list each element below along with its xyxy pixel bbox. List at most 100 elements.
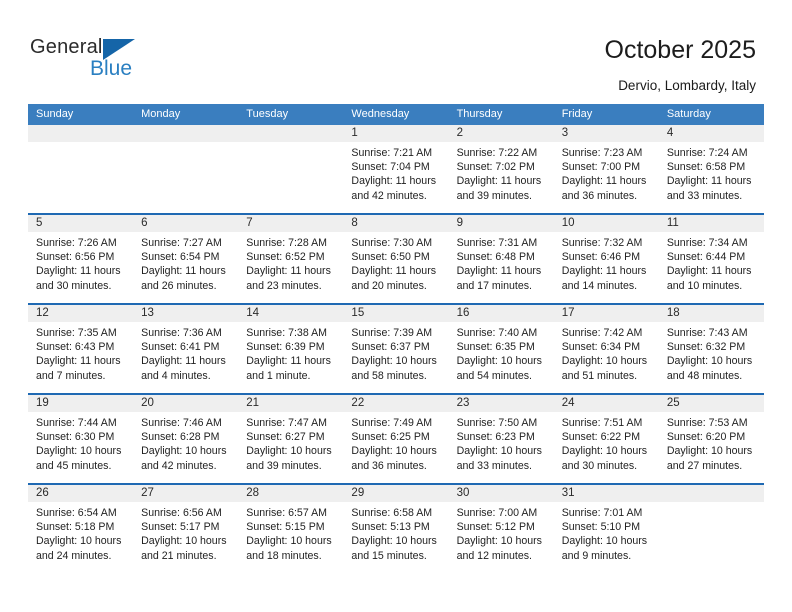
day-number-strip: 10 (553, 215, 659, 232)
day-number-strip: 30 (448, 485, 554, 502)
day-cell[interactable]: 5 Sunrise: 7:26 AM Sunset: 6:56 PM Dayli… (28, 215, 134, 303)
sunrise-line: Sunrise: 6:56 AM (141, 507, 222, 519)
day-details: Sunrise: 7:50 AM Sunset: 6:23 PM Dayligh… (449, 412, 554, 473)
daylight-line-1: Daylight: 10 hours (141, 445, 227, 458)
daylight-line-2: and 33 minutes. (666, 189, 743, 202)
day-cell[interactable]: 9 Sunrise: 7:31 AM Sunset: 6:48 PM Dayli… (448, 215, 554, 303)
sunset-line: Sunset: 6:22 PM (561, 431, 641, 444)
day-details: Sunrise: 7:34 AM Sunset: 6:44 PM Dayligh… (659, 232, 764, 293)
daylight-line-1: Daylight: 11 hours (36, 355, 121, 368)
day-number-strip (28, 125, 134, 142)
day-cell[interactable]: 26 Sunrise: 6:54 AM Sunset: 5:18 PM Dayl… (28, 485, 134, 573)
day-details: Sunrise: 7:51 AM Sunset: 6:22 PM Dayligh… (554, 412, 659, 473)
sunrise-line: Sunrise: 7:38 AM (246, 327, 327, 339)
day-details: Sunrise: 7:26 AM Sunset: 6:56 PM Dayligh… (28, 232, 133, 293)
day-details: Sunrise: 7:30 AM Sunset: 6:50 PM Dayligh… (343, 232, 448, 293)
day-cell[interactable]: 28 Sunrise: 6:57 AM Sunset: 5:15 PM Dayl… (238, 485, 344, 573)
daylight-line-1: Daylight: 11 hours (141, 355, 226, 368)
daylight-line-1: Daylight: 10 hours (36, 445, 122, 458)
day-cell-empty (658, 485, 764, 573)
day-cell[interactable]: 24 Sunrise: 7:51 AM Sunset: 6:22 PM Dayl… (553, 395, 659, 483)
day-cell[interactable]: 7 Sunrise: 7:28 AM Sunset: 6:52 PM Dayli… (238, 215, 344, 303)
day-number: 27 (141, 487, 154, 499)
day-cell[interactable]: 25 Sunrise: 7:53 AM Sunset: 6:20 PM Dayl… (658, 395, 764, 483)
day-cell[interactable]: 6 Sunrise: 7:27 AM Sunset: 6:54 PM Dayli… (133, 215, 239, 303)
day-details: Sunrise: 7:46 AM Sunset: 6:28 PM Dayligh… (133, 412, 238, 473)
day-cell[interactable]: 12 Sunrise: 7:35 AM Sunset: 6:43 PM Dayl… (28, 305, 134, 393)
sunrise-line: Sunrise: 7:47 AM (246, 417, 327, 429)
daylight-line-1: Daylight: 10 hours (456, 355, 542, 368)
weekday-header-row: Sunday Monday Tuesday Wednesday Thursday… (28, 104, 764, 125)
day-cell[interactable]: 8 Sunrise: 7:30 AM Sunset: 6:50 PM Dayli… (343, 215, 449, 303)
day-number-strip: 12 (28, 305, 134, 322)
daylight-line-2: and 51 minutes. (561, 369, 638, 382)
day-number: 6 (141, 217, 148, 229)
day-number: 15 (351, 307, 365, 319)
day-cell[interactable]: 20 Sunrise: 7:46 AM Sunset: 6:28 PM Dayl… (133, 395, 239, 483)
day-number: 23 (456, 397, 470, 409)
daylight-line-2: and 21 minutes. (141, 549, 217, 562)
day-cell[interactable]: 14 Sunrise: 7:38 AM Sunset: 6:39 PM Dayl… (238, 305, 344, 393)
daylight-line-2: and 26 minutes. (141, 279, 217, 292)
day-cell[interactable]: 3 Sunrise: 7:23 AM Sunset: 7:00 PM Dayli… (553, 125, 659, 213)
day-cell[interactable]: 4 Sunrise: 7:24 AM Sunset: 6:58 PM Dayli… (658, 125, 764, 213)
day-number-strip: 13 (133, 305, 239, 322)
daylight-line-2: and 15 minutes. (351, 549, 427, 562)
page-header: General Blue October 2025 Dervio, Lombar… (0, 0, 792, 100)
day-cell[interactable]: 31 Sunrise: 7:01 AM Sunset: 5:10 PM Dayl… (553, 485, 659, 573)
day-cell[interactable]: 13 Sunrise: 7:36 AM Sunset: 6:41 PM Dayl… (133, 305, 239, 393)
day-details: Sunrise: 7:27 AM Sunset: 6:54 PM Dayligh… (133, 232, 238, 293)
weekday-header-thursday: Thursday (456, 108, 503, 120)
day-cell[interactable]: 27 Sunrise: 6:56 AM Sunset: 5:17 PM Dayl… (133, 485, 239, 573)
day-cell[interactable]: 18 Sunrise: 7:43 AM Sunset: 6:32 PM Dayl… (658, 305, 764, 393)
day-number-strip: 2 (448, 125, 554, 142)
day-number-strip: 29 (343, 485, 449, 502)
day-cell[interactable]: 2 Sunrise: 7:22 AM Sunset: 7:02 PM Dayli… (448, 125, 554, 213)
day-number: 13 (141, 307, 154, 319)
sunset-line: Sunset: 6:23 PM (456, 431, 535, 444)
day-number: 1 (351, 127, 358, 139)
day-cell-empty (28, 125, 134, 213)
weekday-header-friday: Friday (561, 108, 593, 120)
day-number-strip: 3 (553, 125, 659, 142)
sunset-line: Sunset: 6:25 PM (351, 431, 430, 444)
logo-text-general: General (30, 36, 103, 58)
sunset-line: Sunset: 6:43 PM (36, 341, 115, 354)
daylight-line-2: and 36 minutes. (351, 459, 427, 472)
sunrise-line: Sunrise: 7:53 AM (666, 417, 748, 429)
day-cell[interactable]: 21 Sunrise: 7:47 AM Sunset: 6:27 PM Dayl… (238, 395, 344, 483)
sunrise-line: Sunrise: 7:23 AM (561, 147, 643, 159)
day-details: Sunrise: 7:38 AM Sunset: 6:39 PM Dayligh… (238, 322, 343, 383)
daylight-line-2: and 36 minutes. (561, 189, 638, 202)
day-cell[interactable]: 23 Sunrise: 7:50 AM Sunset: 6:23 PM Dayl… (448, 395, 554, 483)
daylight-line-1: Daylight: 10 hours (666, 445, 753, 458)
day-cell[interactable]: 16 Sunrise: 7:40 AM Sunset: 6:35 PM Dayl… (448, 305, 554, 393)
day-cell[interactable]: 1 Sunrise: 7:21 AM Sunset: 7:04 PM Dayli… (343, 125, 449, 213)
day-cell[interactable]: 17 Sunrise: 7:42 AM Sunset: 6:34 PM Dayl… (553, 305, 659, 393)
daylight-line-2: and 30 minutes. (36, 279, 112, 292)
calendar-grid: Sunday Monday Tuesday Wednesday Thursday… (28, 104, 764, 573)
day-number-strip: 4 (658, 125, 764, 142)
day-number: 12 (36, 307, 49, 319)
generalblue-logo[interactable]: General Blue (30, 36, 160, 82)
day-number: 14 (246, 307, 260, 319)
daylight-line-1: Daylight: 10 hours (351, 535, 437, 548)
sunset-line: Sunset: 6:46 PM (561, 251, 641, 264)
weekday-header-wednesday: Wednesday (351, 108, 410, 120)
sunrise-line: Sunrise: 7:34 AM (666, 237, 748, 249)
day-cell[interactable]: 29 Sunrise: 6:58 AM Sunset: 5:13 PM Dayl… (343, 485, 449, 573)
day-cell[interactable]: 15 Sunrise: 7:39 AM Sunset: 6:37 PM Dayl… (343, 305, 449, 393)
day-number-strip: 7 (238, 215, 344, 232)
day-cell[interactable]: 30 Sunrise: 7:00 AM Sunset: 5:12 PM Dayl… (448, 485, 554, 573)
day-cell[interactable]: 22 Sunrise: 7:49 AM Sunset: 6:25 PM Dayl… (343, 395, 449, 483)
day-cell[interactable]: 10 Sunrise: 7:32 AM Sunset: 6:46 PM Dayl… (553, 215, 659, 303)
sunrise-line: Sunrise: 7:27 AM (141, 237, 222, 249)
sunrise-line: Sunrise: 6:58 AM (351, 507, 433, 519)
day-cell[interactable]: 19 Sunrise: 7:44 AM Sunset: 6:30 PM Dayl… (28, 395, 134, 483)
day-details: Sunrise: 7:24 AM Sunset: 6:58 PM Dayligh… (659, 142, 764, 203)
sunset-line: Sunset: 7:02 PM (456, 161, 535, 174)
sunset-line: Sunset: 7:04 PM (351, 161, 430, 174)
day-cell[interactable]: 11 Sunrise: 7:34 AM Sunset: 6:44 PM Dayl… (658, 215, 764, 303)
day-number-strip: 15 (343, 305, 449, 322)
day-number-strip: 14 (238, 305, 344, 322)
